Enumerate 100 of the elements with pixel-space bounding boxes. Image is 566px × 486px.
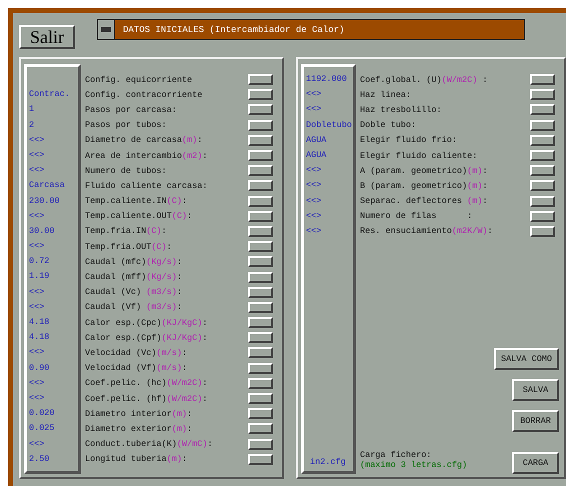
field-label: Coef.pelic. (hf)(W/m2C):	[85, 394, 208, 404]
field-value: <<>	[28, 346, 46, 360]
field-label: Elegir fluido frio:	[360, 135, 457, 146]
field-value: 1192.000	[305, 73, 348, 86]
field-label: Temp.caliente.IN(C):	[85, 196, 188, 206]
field-value: 0.72	[28, 255, 50, 268]
field-value: 30.00	[28, 224, 56, 238]
set-button[interactable]	[248, 89, 273, 100]
set-button[interactable]	[248, 120, 273, 131]
field-value: 2	[28, 118, 36, 132]
field-label: Pasos por carcasa:	[85, 104, 177, 115]
field-value: <<>	[28, 438, 46, 450]
set-button[interactable]	[248, 165, 273, 176]
set-button[interactable]	[248, 210, 273, 222]
set-button[interactable]	[530, 134, 555, 146]
set-button[interactable]	[248, 317, 273, 328]
set-button[interactable]	[248, 393, 273, 404]
set-button[interactable]	[530, 74, 555, 86]
field-value: 230.00	[28, 194, 61, 208]
set-button[interactable]	[248, 438, 273, 450]
field-value: <<>	[305, 210, 322, 223]
field-label: Longitud tuberia(m):	[85, 454, 188, 464]
set-button[interactable]	[248, 286, 273, 298]
field-label: Diametro de carcasa(m):	[85, 135, 202, 146]
set-button[interactable]	[530, 226, 555, 237]
field-value: 4.18	[28, 331, 50, 344]
set-button[interactable]	[248, 302, 273, 313]
action-button[interactable]: SALVA COMO	[494, 348, 559, 370]
field-label: Area de intercambio(m2):	[85, 150, 208, 161]
set-button[interactable]	[248, 134, 273, 146]
set-button[interactable]	[530, 196, 555, 207]
field-value: <<>	[28, 392, 46, 405]
field-value: <<>	[305, 88, 322, 102]
field-value: <<>	[305, 103, 322, 116]
field-value: 0.020	[28, 407, 56, 420]
load-button[interactable]: CARGA	[512, 452, 559, 474]
set-button[interactable]	[530, 150, 555, 162]
field-label: Coef.pelic. (hc)(W/m2C):	[85, 378, 208, 388]
set-button[interactable]	[530, 165, 555, 176]
field-label: Velocidad (Vc)(m/s):	[85, 348, 188, 358]
field-value: <<>	[28, 300, 46, 314]
field-label: Separac. deflectores (m):	[360, 196, 488, 206]
field-value: 0.90	[28, 362, 50, 375]
field-label: Temp.caliente.OUT(C):	[85, 211, 192, 222]
set-button[interactable]	[248, 347, 273, 358]
field-value: Carcasa	[28, 179, 66, 192]
field-value: <<>	[305, 164, 322, 178]
field-label: Caudal (mff)(Kg/s):	[85, 272, 182, 282]
set-button[interactable]	[248, 272, 273, 283]
field-label: Haz linea:	[360, 90, 412, 100]
field-value: Dobletubo	[305, 118, 353, 132]
field-label: Res. ensuciamiento(m2K/W):	[360, 226, 493, 236]
set-button[interactable]	[530, 210, 555, 222]
file-hint: (maximo 3 letras.cfg)	[360, 460, 468, 470]
set-button[interactable]	[248, 362, 273, 374]
set-button[interactable]	[248, 332, 273, 344]
field-value: <<>	[28, 134, 46, 147]
field-label: Temp.fria.OUT(C):	[85, 242, 172, 252]
field-value: 2.50	[28, 452, 50, 466]
set-button[interactable]	[248, 226, 273, 237]
file-name-value: in2.cfg	[309, 456, 347, 467]
set-button[interactable]	[530, 180, 555, 192]
field-label: Caudal (Vc) (m3/s):	[85, 287, 182, 298]
field-label: Doble tubo:	[360, 120, 416, 130]
set-button[interactable]	[248, 104, 273, 116]
action-button[interactable]: BORRAR	[512, 410, 559, 432]
set-button[interactable]	[248, 180, 273, 192]
action-button[interactable]: SALVA	[512, 378, 559, 401]
field-label: Pasos por tubos:	[85, 120, 167, 130]
set-button[interactable]	[530, 104, 555, 116]
field-value: <<>	[28, 376, 46, 390]
field-label: Numero de filas :	[360, 211, 472, 222]
exit-button[interactable]: Salir	[19, 25, 75, 49]
field-value: <<>	[28, 210, 46, 223]
field-value: 4.18	[28, 316, 50, 329]
field-value: <<>	[28, 286, 46, 299]
field-value: <<>	[305, 194, 322, 208]
field-label: Haz tresbolillo:	[360, 104, 442, 115]
window-title: DATOS INICIALES (Intercambiador de Calor)	[122, 24, 344, 34]
field-value: <<>	[305, 179, 322, 192]
set-button[interactable]	[530, 120, 555, 131]
set-button[interactable]	[248, 408, 273, 420]
field-value: 1	[28, 103, 36, 116]
field-value: <<>	[305, 224, 322, 238]
set-button[interactable]	[248, 256, 273, 268]
field-label: Diametro exterior(m):	[85, 424, 192, 434]
field-value: <<>	[28, 148, 46, 162]
field-label: Diametro interior(m):	[85, 408, 192, 419]
set-button[interactable]	[248, 241, 273, 252]
set-button[interactable]	[530, 89, 555, 100]
field-label: Velocidad (Vf)(m/s):	[85, 363, 188, 374]
set-button[interactable]	[248, 74, 273, 86]
set-button[interactable]	[248, 150, 273, 162]
set-button[interactable]	[248, 423, 273, 434]
field-label: Config. equicorriente	[85, 74, 192, 85]
field-label: Conduct.tuberia(K)(W/mC):	[85, 439, 213, 450]
set-button[interactable]	[248, 196, 273, 207]
set-button[interactable]	[248, 378, 273, 389]
set-button[interactable]	[248, 454, 273, 465]
field-value: <<>	[28, 164, 46, 178]
